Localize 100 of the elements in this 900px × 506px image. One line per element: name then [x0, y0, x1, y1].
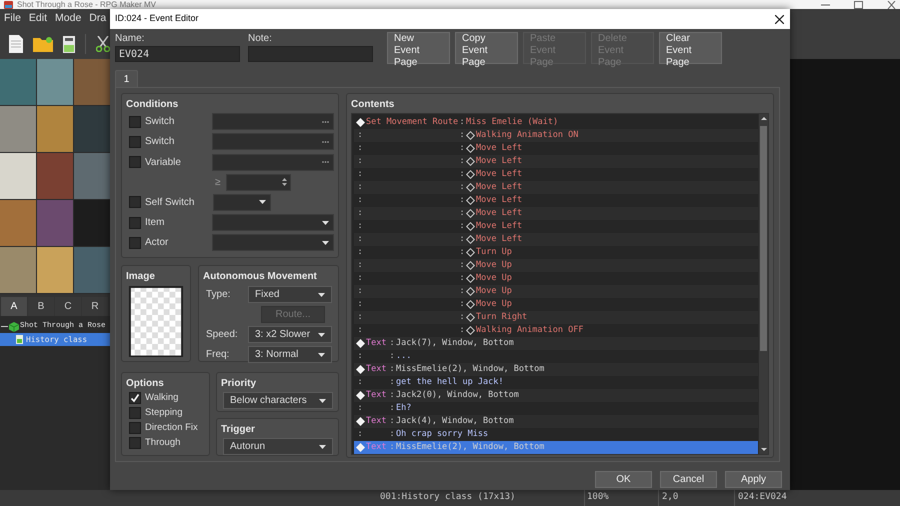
field-label: Name:	[115, 32, 146, 46]
image-preview[interactable]	[128, 286, 184, 357]
command-row[interactable]: Text : Jack(4), Window, Bottom	[354, 415, 758, 428]
number-field[interactable]	[226, 174, 291, 191]
command-text: Move Left	[476, 194, 522, 207]
picker-field[interactable]	[212, 113, 334, 130]
dialog-button[interactable]: Cancel	[660, 471, 717, 488]
dropdown[interactable]	[212, 214, 334, 232]
row-marker: :	[357, 350, 363, 363]
row-marker: :	[357, 311, 363, 324]
new-document-icon[interactable]	[9, 35, 23, 53]
row-separator: :	[458, 142, 466, 155]
text-field[interactable]: EV024	[115, 46, 240, 62]
menu-item[interactable]: Mode	[55, 11, 82, 27]
row-separator: :	[388, 389, 396, 402]
command-name: Text	[366, 442, 386, 452]
command-text: Turn Right	[476, 311, 528, 324]
row-marker: :	[357, 168, 363, 181]
menu-item[interactable]: File	[4, 11, 21, 27]
field-label: Type:	[205, 288, 232, 302]
ellipsis-icon[interactable]	[322, 161, 329, 164]
checkbox[interactable]	[129, 196, 141, 208]
save-icon[interactable]	[63, 36, 75, 52]
ellipsis-icon[interactable]	[322, 140, 329, 143]
dialog-button[interactable]: Apply	[725, 471, 782, 488]
command-text: Move Left	[476, 207, 522, 220]
row-marker: :	[357, 272, 363, 285]
command-row[interactable]: Text : Jack2(0), Window, Bottom	[354, 389, 758, 402]
command-row[interactable]: Text : Jack(7), Window, Bottom	[354, 337, 758, 350]
folder-icon[interactable]	[33, 36, 53, 52]
picker-field[interactable]	[212, 154, 334, 171]
map-icon	[16, 335, 23, 344]
tileset-tab[interactable]: C	[55, 297, 81, 316]
dropdown[interactable]: 3: Normal	[248, 346, 332, 363]
command-text: Move Up	[476, 259, 512, 272]
command-row[interactable]: : : Walking Animation ON	[354, 129, 758, 142]
panel-title: Options	[126, 377, 165, 390]
command-text: Move Left	[476, 233, 522, 246]
spinner-icon[interactable]	[282, 177, 287, 188]
collapse-icon[interactable]	[1, 323, 8, 330]
checkbox[interactable]	[129, 437, 141, 450]
checkbox-label: Direction Fix	[145, 421, 198, 435]
row-marker: :	[357, 194, 363, 207]
scroll-thumb[interactable]	[760, 126, 767, 351]
checkbox[interactable]	[129, 422, 141, 434]
checkbox[interactable]	[129, 136, 141, 148]
menu-item[interactable]: Dra	[89, 11, 106, 27]
row-marker: :	[357, 324, 363, 337]
status-text: 2,0	[662, 491, 678, 504]
page-tab[interactable]: 1	[115, 70, 138, 87]
tileset-tab[interactable]: R	[82, 297, 108, 316]
command-text: Move Left	[476, 168, 522, 181]
text-field[interactable]	[248, 46, 373, 62]
command-name: Set Movement Route	[366, 117, 458, 127]
row-separator: :	[458, 194, 466, 207]
command-row[interactable]: : : Move Left	[354, 207, 758, 220]
checkbox[interactable]	[129, 216, 141, 229]
command-row[interactable]: : : Move Left	[354, 233, 758, 246]
row-separator: :	[458, 285, 466, 298]
tileset-tab[interactable]: A	[1, 297, 27, 316]
checkbox[interactable]	[129, 116, 141, 128]
command-row[interactable]: Text : MissEmelie(2), Window, Bottom	[354, 363, 758, 376]
diamond-icon	[356, 365, 364, 374]
command-name: Text	[366, 416, 386, 426]
cube-icon	[9, 322, 19, 332]
dropdown[interactable]	[213, 194, 271, 211]
command-row[interactable]: : : Move Left	[354, 181, 758, 194]
checkbox[interactable]	[129, 236, 141, 249]
checkbox-label: Walking	[145, 390, 178, 404]
dropdown[interactable]: 3: x2 Slower	[248, 326, 332, 343]
dropdown[interactable]: Fixed	[248, 286, 332, 303]
maximize-icon[interactable]	[854, 0, 863, 8]
checkbox[interactable]	[129, 406, 141, 419]
menu-item[interactable]: Edit	[28, 11, 48, 27]
command-row[interactable]: : : Move Up	[354, 259, 758, 272]
scissors-icon[interactable]	[96, 36, 110, 52]
command-row[interactable]: : : Move Up	[354, 285, 758, 298]
row-separator: :	[388, 441, 396, 454]
checkbox[interactable]	[129, 156, 141, 168]
scrollbar[interactable]	[758, 114, 768, 454]
tileset-tab[interactable]: B	[28, 297, 54, 316]
command-name: Text	[366, 390, 386, 400]
dialog-button[interactable]: OK	[595, 471, 652, 488]
close-icon[interactable]	[775, 14, 784, 24]
diamond-icon	[356, 339, 364, 348]
picker-field[interactable]	[212, 133, 334, 150]
ellipsis-icon[interactable]	[322, 120, 329, 123]
checkbox[interactable]	[129, 392, 141, 404]
command-row[interactable]: : : Turn Right	[354, 311, 758, 324]
dropdown[interactable]: Below characters	[223, 392, 333, 409]
command-text: Move Left	[476, 142, 522, 155]
row-separator: :	[458, 129, 466, 142]
row-separator: :	[458, 155, 466, 168]
dropdown[interactable]	[212, 234, 334, 252]
command-row[interactable]: : : Move Left	[354, 155, 758, 168]
panel-title: Conditions	[126, 98, 180, 112]
row-marker: :	[357, 207, 363, 220]
command-text: Jack(7), Window, Bottom	[396, 337, 514, 350]
dropdown[interactable]: Autorun	[223, 438, 333, 455]
caret-icon	[259, 200, 266, 204]
